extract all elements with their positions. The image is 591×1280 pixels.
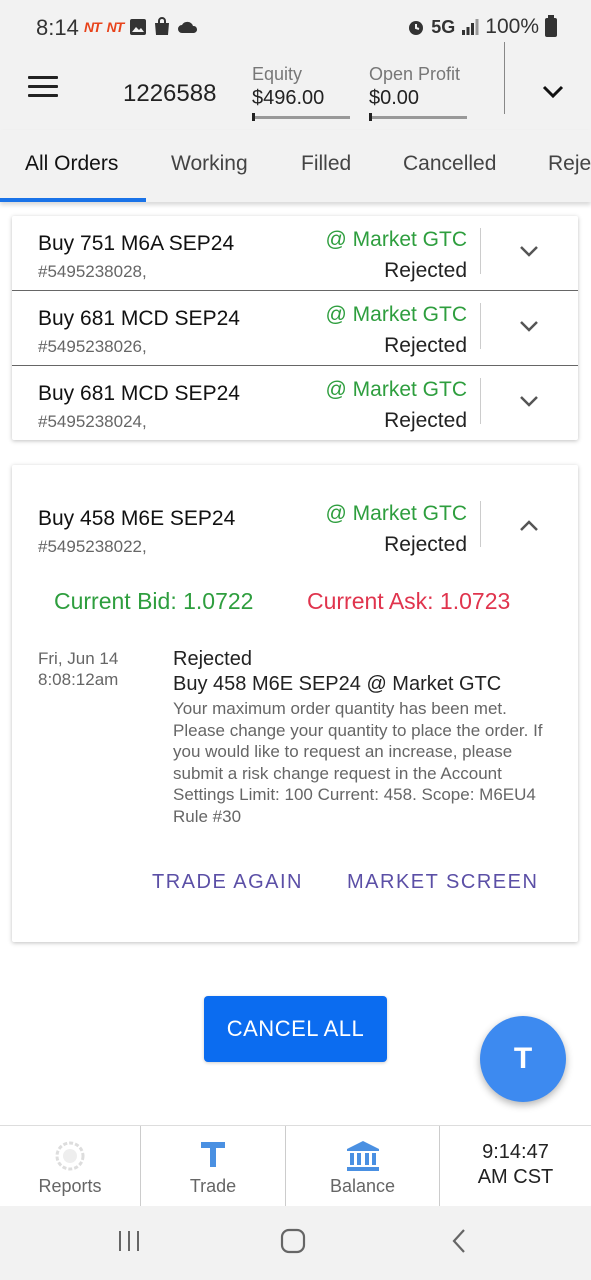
reports-icon bbox=[55, 1141, 85, 1171]
order-status: Rejected bbox=[384, 409, 467, 432]
equity-stat: Equity $496.00 bbox=[252, 64, 350, 121]
equity-bar bbox=[252, 113, 350, 121]
tab-filled[interactable]: Filled bbox=[301, 152, 351, 176]
account-header: 1226588 Equity $496.00 Open Profit $0.00 bbox=[0, 42, 591, 130]
order-type: @ Market GTC bbox=[325, 502, 468, 525]
order-id: #5495238022, bbox=[38, 537, 147, 556]
history-time: 8:08:12am bbox=[38, 670, 119, 689]
active-tab-indicator bbox=[0, 198, 146, 202]
tab-rejected[interactable]: Reje bbox=[548, 152, 591, 176]
current-ask: Current Ask: 1.0723 bbox=[307, 588, 511, 614]
order-type: @ Market GTC bbox=[325, 228, 468, 251]
equity-value: $496.00 bbox=[252, 87, 325, 109]
ninjatrader-notification-icon: NT bbox=[84, 18, 102, 35]
clock-time: 9:14:47 bbox=[482, 1141, 549, 1163]
market-screen-button[interactable]: MARKET SCREEN bbox=[347, 871, 538, 894]
row-divider bbox=[480, 378, 481, 424]
chevron-down-icon[interactable] bbox=[516, 313, 542, 339]
cancel-all-button[interactable]: CANCEL ALL bbox=[204, 996, 387, 1062]
nav-trade-label: Trade bbox=[189, 1176, 237, 1196]
order-tabs: All Orders Working Filled Cancelled Reje bbox=[0, 130, 591, 202]
order-id: #5495238024, bbox=[38, 412, 147, 431]
nav-balance-label: Balance bbox=[329, 1176, 396, 1196]
order-title: Buy 751 M6A SEP24 bbox=[38, 232, 235, 255]
trade-again-button[interactable]: TRADE AGAIN bbox=[152, 871, 303, 894]
status-right: 5G 100% bbox=[407, 14, 557, 39]
history-timestamp: Fri, Jun 14 8:08:12am bbox=[38, 648, 148, 690]
chevron-down-icon[interactable] bbox=[516, 388, 542, 414]
order-status: Rejected bbox=[384, 259, 467, 282]
market-clock: 9:14:47 AM CST bbox=[440, 1126, 591, 1207]
clock-zone: AM CST bbox=[477, 1166, 554, 1188]
nav-reports[interactable]: Reports bbox=[0, 1126, 140, 1207]
chevron-up-icon[interactable] bbox=[516, 513, 542, 539]
nav-balance[interactable]: Balance bbox=[286, 1126, 439, 1207]
trade-icon bbox=[201, 1142, 225, 1167]
order-list: Buy 751 M6A SEP24 #5495238028, @ Market … bbox=[12, 216, 578, 440]
home-icon[interactable] bbox=[280, 1228, 306, 1254]
cloud-icon bbox=[178, 21, 198, 33]
order-id: #5495238026, bbox=[38, 337, 147, 356]
order-status: Rejected bbox=[384, 533, 467, 556]
signal-icon bbox=[462, 19, 479, 35]
shopping-bag-icon bbox=[155, 17, 170, 35]
history-order: Buy 458 M6E SEP24 @ Market GTC bbox=[173, 673, 502, 695]
nav-trade[interactable]: Trade bbox=[141, 1126, 285, 1207]
open-profit-bar bbox=[369, 113, 467, 121]
open-profit-value: $0.00 bbox=[369, 87, 420, 109]
tab-cancelled[interactable]: Cancelled bbox=[403, 152, 496, 176]
history-status: Rejected bbox=[173, 648, 252, 670]
row-divider bbox=[480, 303, 481, 349]
history-date: Fri, Jun 14 bbox=[38, 649, 119, 668]
battery-percent: 100% bbox=[485, 15, 539, 38]
order-status: Rejected bbox=[384, 334, 467, 357]
recent-apps-icon[interactable] bbox=[116, 1228, 142, 1254]
system-navigation bbox=[0, 1206, 591, 1280]
row-divider bbox=[480, 501, 481, 547]
nav-reports-label: Reports bbox=[38, 1176, 102, 1196]
order-title: Buy 681 MCD SEP24 bbox=[38, 307, 240, 330]
order-type: @ Market GTC bbox=[325, 378, 468, 401]
image-icon bbox=[130, 18, 147, 35]
expanded-order-card: Buy 458 M6E SEP24 #5495238022, @ Market … bbox=[12, 465, 578, 942]
row-divider bbox=[480, 228, 481, 274]
open-profit-stat: Open Profit $0.00 bbox=[369, 64, 467, 121]
tab-working[interactable]: Working bbox=[171, 152, 248, 176]
ninjatrader-notification-icon: NT bbox=[106, 18, 125, 35]
status-bar: 8:14 NT NT 5G 100% bbox=[0, 0, 591, 56]
order-type: @ Market GTC bbox=[325, 303, 468, 326]
back-icon[interactable] bbox=[448, 1228, 472, 1254]
network-type: 5G bbox=[431, 16, 456, 37]
chevron-down-icon[interactable] bbox=[538, 76, 568, 106]
status-time: 8:14 bbox=[36, 15, 79, 40]
chevron-down-icon[interactable] bbox=[516, 238, 542, 264]
battery-icon bbox=[545, 14, 557, 37]
notification-icons: NT NT bbox=[84, 17, 199, 36]
order-row[interactable]: Buy 751 M6A SEP24 #5495238028, @ Market … bbox=[12, 216, 578, 291]
open-profit-label: Open Profit bbox=[369, 64, 461, 84]
bank-icon bbox=[346, 1141, 379, 1171]
bottom-navigation: Reports Trade Balance 9:14:47 AM CST bbox=[0, 1125, 591, 1207]
rejection-message: Your maximum order quantity has been met… bbox=[173, 699, 543, 826]
order-id: #5495238028, bbox=[38, 262, 147, 281]
equity-label: Equity bbox=[252, 64, 303, 84]
order-row[interactable]: Buy 681 MCD SEP24 #5495238026, @ Market … bbox=[12, 290, 578, 365]
order-title: Buy 458 M6E SEP24 bbox=[38, 507, 236, 530]
menu-icon[interactable] bbox=[28, 76, 58, 100]
trade-fab-button[interactable]: T bbox=[480, 1016, 566, 1102]
alarm-icon bbox=[409, 21, 424, 35]
order-row[interactable]: Buy 681 MCD SEP24 #5495238024, @ Market … bbox=[12, 365, 578, 440]
current-bid: Current Bid: 1.0722 bbox=[54, 588, 254, 614]
tab-all-orders[interactable]: All Orders bbox=[25, 152, 118, 176]
header-divider bbox=[504, 42, 505, 114]
order-title: Buy 681 MCD SEP24 bbox=[38, 382, 240, 405]
account-number[interactable]: 1226588 bbox=[123, 80, 216, 108]
